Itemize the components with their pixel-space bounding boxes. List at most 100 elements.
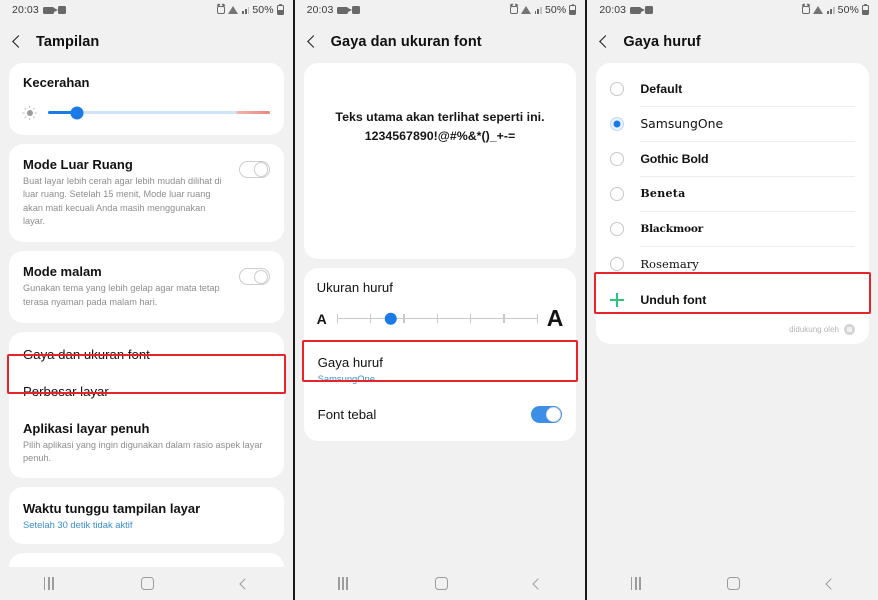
page-title: Gaya huruf — [623, 33, 701, 50]
video-recorder-icon — [42, 6, 58, 14]
font-option-gothic-bold[interactable]: Gothic Bold — [596, 141, 869, 176]
screen-timeout-item[interactable]: Waktu tunggu tampilan layar Setelah 30 d… — [9, 487, 284, 544]
status-bar-left: 20:03 — [307, 4, 361, 16]
fullscreen-apps-desc: Pilih aplikasi yang ingin digunakan dala… — [23, 440, 263, 464]
outdoor-mode-toggle[interactable] — [238, 161, 270, 178]
battery-icon — [861, 3, 869, 15]
recent-apps-icon[interactable] — [337, 577, 349, 590]
back-chevron-icon[interactable] — [599, 35, 613, 48]
wifi-icon — [813, 6, 824, 14]
preview-line-1: Teks utama akan terlihat seperti ini. — [335, 110, 545, 124]
back-icon[interactable] — [239, 577, 251, 590]
font-label-default: Default — [640, 81, 683, 96]
download-font-label: Unduh font — [640, 293, 707, 307]
outdoor-mode-row[interactable]: Mode Luar Ruang Buat layar lebih cerah a… — [9, 144, 284, 242]
font-option-rosemary[interactable]: Rosemary — [596, 246, 869, 281]
brightness-block: Kecerahan — [9, 63, 284, 135]
status-bar-left: 20:03 — [12, 4, 66, 16]
screen-timeout-label: Waktu tunggu tampilan layar — [23, 500, 201, 516]
font-label-samsungone: SamsungOne — [640, 116, 724, 131]
wifi-icon — [520, 6, 532, 14]
video-recorder-icon — [337, 6, 353, 14]
font-size-slider-track[interactable] — [336, 312, 539, 325]
font-option-blackmoor[interactable]: Blackmoor — [596, 211, 869, 246]
font-settings-list[interactable]: Teks utama akan terlihat seperti ini. 12… — [294, 63, 586, 567]
battery-icon — [569, 3, 577, 15]
font-size-block: Ukuran huruf A A — [304, 268, 577, 344]
signal-icon — [827, 6, 835, 14]
status-bar: 20:03 50% — [587, 0, 878, 20]
brightness-card: Kecerahan — [9, 63, 284, 135]
settings-list[interactable]: Kecerahan Mode Luar Ruang Buat layar leb… — [0, 63, 293, 567]
status-bar-right: 50% — [216, 3, 284, 16]
powered-by-badge-icon — [843, 324, 855, 335]
radio-default[interactable] — [610, 81, 625, 96]
outdoor-mode-card[interactable]: Mode Luar Ruang Buat layar lebih cerah a… — [9, 144, 284, 243]
back-icon[interactable] — [532, 577, 544, 590]
plus-icon — [610, 293, 625, 307]
fullscreen-apps-item[interactable]: Aplikasi layar penuh Pilih aplikasi yang… — [9, 411, 284, 472]
bold-font-toggle[interactable] — [531, 406, 563, 423]
home-icon[interactable] — [434, 577, 448, 590]
app-bar: Tampilan — [0, 20, 293, 63]
recent-apps-icon[interactable] — [43, 577, 54, 590]
alarm-icon — [509, 6, 518, 14]
night-mode-card[interactable]: Mode malam Gunakan tema yang lebih gelap… — [9, 251, 284, 324]
radio-rosemary[interactable] — [610, 256, 625, 271]
radio-blackmoor[interactable] — [610, 221, 625, 236]
font-style-size-label: Gaya dan ukuran font — [23, 347, 150, 363]
phone-screen-display-settings: 20:03 50% Tampilan Kecerahan Mode Luar R… — [0, 0, 293, 600]
three-panel-screenshot: 20:03 50% Tampilan Kecerahan Mode Luar R… — [0, 0, 878, 600]
back-chevron-icon[interactable] — [306, 35, 320, 48]
download-font-item[interactable]: Unduh font — [596, 281, 869, 319]
home-icon[interactable] — [141, 577, 154, 590]
font-list[interactable]: Default SamsungOne Gothic Bold Beneta Bl… — [587, 63, 878, 567]
brightness-slider-track[interactable] — [48, 106, 270, 119]
font-style-item[interactable]: Gaya huruf SamsungOne — [304, 344, 577, 396]
zoom-screen-label: Perbesar layar — [23, 384, 109, 400]
font-size-slider-thumb[interactable] — [384, 312, 397, 325]
outdoor-mode-title: Mode Luar Ruang — [23, 157, 133, 172]
alarm-icon — [802, 6, 811, 14]
fullscreen-apps-label: Aplikasi layar penuh — [23, 421, 150, 437]
home-screen-card[interactable]: Layar depan — [9, 552, 284, 567]
navigation-bar[interactable] — [587, 567, 878, 600]
back-chevron-icon[interactable] — [12, 35, 25, 48]
signal-icon — [241, 6, 250, 14]
brightness-title: Kecerahan — [23, 75, 90, 90]
status-bar: 20:03 50% — [295, 0, 586, 20]
bold-font-row[interactable]: Font tebal — [304, 396, 577, 435]
font-label-beneta: Beneta — [640, 187, 686, 200]
back-icon[interactable] — [825, 577, 837, 590]
preview-line-2: 1234567890!@#%&*()_+-= — [364, 129, 516, 144]
night-mode-row[interactable]: Mode malam Gunakan tema yang lebih gelap… — [9, 251, 284, 323]
radio-gothic-bold[interactable] — [610, 151, 625, 166]
zoom-screen-item[interactable]: Perbesar layar — [9, 374, 284, 411]
font-option-beneta[interactable]: Beneta — [596, 176, 869, 211]
home-screen-item[interactable]: Layar depan — [9, 553, 284, 567]
phone-screen-font-style-list: 20:03 50% Gaya huruf Default SamsungOne … — [585, 0, 878, 600]
phone-screen-font-style-size: 20:03 50% Gaya dan ukuran font Teks utam… — [292, 0, 586, 600]
brightness-slider-thumb[interactable] — [70, 106, 84, 119]
font-option-default[interactable]: Default — [596, 71, 869, 106]
status-time: 20:03 — [306, 4, 334, 16]
night-mode-texts: Mode malam Gunakan tema yang lebih gelap… — [23, 264, 229, 309]
font-style-size-item[interactable]: Gaya dan ukuran font — [9, 334, 284, 374]
radio-beneta[interactable] — [610, 186, 625, 201]
navigation-bar[interactable] — [294, 567, 586, 600]
brightness-slider-row[interactable] — [22, 105, 270, 120]
font-option-samsungone[interactable]: SamsungOne — [596, 106, 869, 141]
radio-samsungone[interactable] — [610, 116, 625, 131]
font-size-slider-row[interactable]: A A — [317, 307, 564, 330]
navigation-bar[interactable] — [0, 567, 293, 600]
font-style-value: SamsungOne — [317, 373, 375, 384]
app-bar: Gaya dan ukuran font — [294, 20, 586, 63]
home-icon[interactable] — [727, 577, 741, 590]
powered-by-label: didukung oleh — [789, 325, 839, 334]
brightness-icon — [22, 105, 37, 120]
battery-icon — [276, 3, 284, 15]
screen-timeout-card[interactable]: Waktu tunggu tampilan layar Setelah 30 d… — [9, 486, 284, 544]
recent-apps-icon[interactable] — [630, 577, 641, 590]
status-bar: 20:03 50% — [0, 0, 293, 20]
night-mode-toggle[interactable] — [238, 268, 270, 286]
